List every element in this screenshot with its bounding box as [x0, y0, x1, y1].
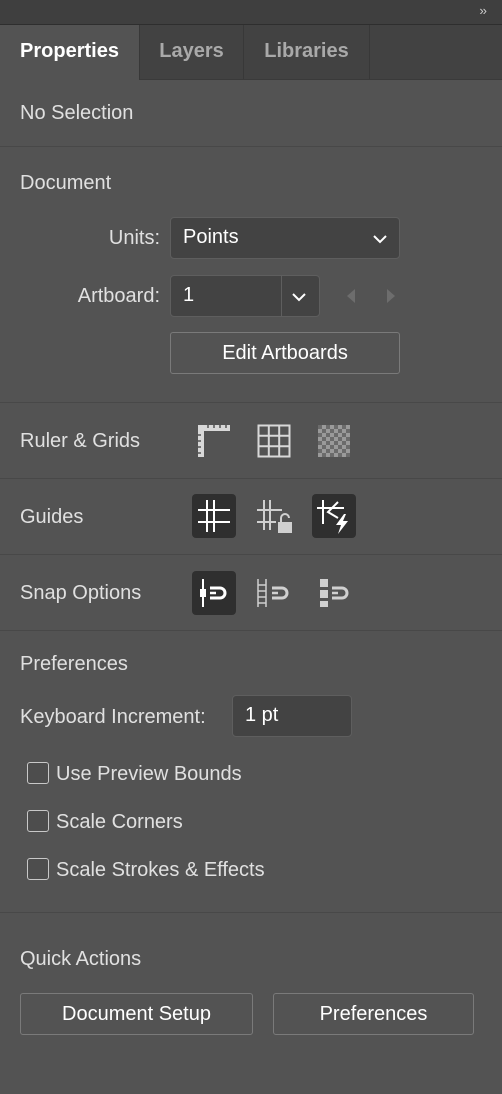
- units-label: Units:: [108, 227, 160, 249]
- divider: [0, 478, 502, 479]
- preferences-heading: Preferences: [20, 653, 128, 675]
- divider: [0, 146, 502, 147]
- artboard-label: Artboard:: [77, 285, 160, 307]
- scale-strokes-effects-checkbox[interactable]: [27, 858, 49, 880]
- divider: [0, 402, 502, 403]
- units-dropdown[interactable]: Points: [170, 217, 400, 259]
- document-heading: Document: [20, 172, 112, 194]
- snap-to-pixel-toggle[interactable]: [312, 571, 356, 615]
- keyboard-increment-value: 1 pt: [245, 704, 279, 726]
- snap-to-point-icon: [200, 579, 227, 607]
- keyboard-increment-field[interactable]: 1 pt: [232, 695, 352, 737]
- previous-artboard-icon[interactable]: [344, 286, 358, 306]
- show-guides-toggle[interactable]: [192, 494, 236, 538]
- tab-layers[interactable]: Layers: [140, 25, 244, 79]
- lock-guides-icon: [257, 500, 292, 533]
- panel-tabs: Properties Layers Libraries: [0, 25, 502, 80]
- transparency-grid-toggle[interactable]: [312, 419, 356, 463]
- scale-corners-checkbox[interactable]: [27, 810, 49, 832]
- document-setup-button[interactable]: Document Setup: [20, 993, 253, 1035]
- ruler-toggle[interactable]: [192, 419, 236, 463]
- ruler-icon: [198, 425, 230, 457]
- grid-toggle[interactable]: [252, 419, 296, 463]
- collapse-panel-icon[interactable]: ››: [479, 3, 487, 18]
- ruler-grids-label: Ruler & Grids: [20, 430, 141, 452]
- guides-label: Guides: [20, 506, 84, 528]
- snap-to-point-toggle[interactable]: [192, 571, 236, 615]
- divider: [0, 554, 502, 555]
- panel-title-bar: ››: [0, 0, 502, 25]
- guides-icon: [198, 500, 230, 532]
- divider: [281, 276, 282, 316]
- quick-actions-heading: Quick Actions: [20, 948, 142, 970]
- snap-options-label: Snap Options: [20, 582, 142, 604]
- artboard-value: 1: [183, 284, 195, 306]
- transparency-grid-icon: [318, 425, 350, 457]
- selection-status: No Selection: [20, 102, 134, 124]
- tab-libraries[interactable]: Libraries: [244, 25, 370, 79]
- keyboard-increment-label: Keyboard Increment:: [20, 706, 206, 728]
- snap-to-pixel-icon: [320, 579, 349, 607]
- next-artboard-icon[interactable]: [384, 286, 398, 306]
- scale-corners-label: Scale Corners: [56, 811, 183, 833]
- chevron-down-icon: [373, 235, 387, 244]
- artboard-select[interactable]: 1: [170, 275, 320, 317]
- grid-icon: [257, 424, 291, 458]
- divider: [0, 630, 502, 631]
- lock-guides-toggle[interactable]: [252, 494, 296, 538]
- edit-artboards-button[interactable]: Edit Artboards: [170, 332, 400, 374]
- smart-guides-icon: [317, 500, 348, 534]
- scale-strokes-effects-label: Scale Strokes & Effects: [56, 859, 265, 881]
- smart-guides-toggle[interactable]: [312, 494, 356, 538]
- tab-properties[interactable]: Properties: [0, 25, 140, 80]
- chevron-down-icon[interactable]: [290, 290, 308, 304]
- preferences-button[interactable]: Preferences: [273, 993, 474, 1035]
- use-preview-bounds-label: Use Preview Bounds: [56, 763, 242, 785]
- use-preview-bounds-checkbox[interactable]: [27, 762, 49, 784]
- snap-to-grid-icon: [257, 579, 289, 607]
- units-value: Points: [183, 226, 239, 248]
- divider: [0, 912, 502, 913]
- snap-to-grid-toggle[interactable]: [252, 571, 296, 615]
